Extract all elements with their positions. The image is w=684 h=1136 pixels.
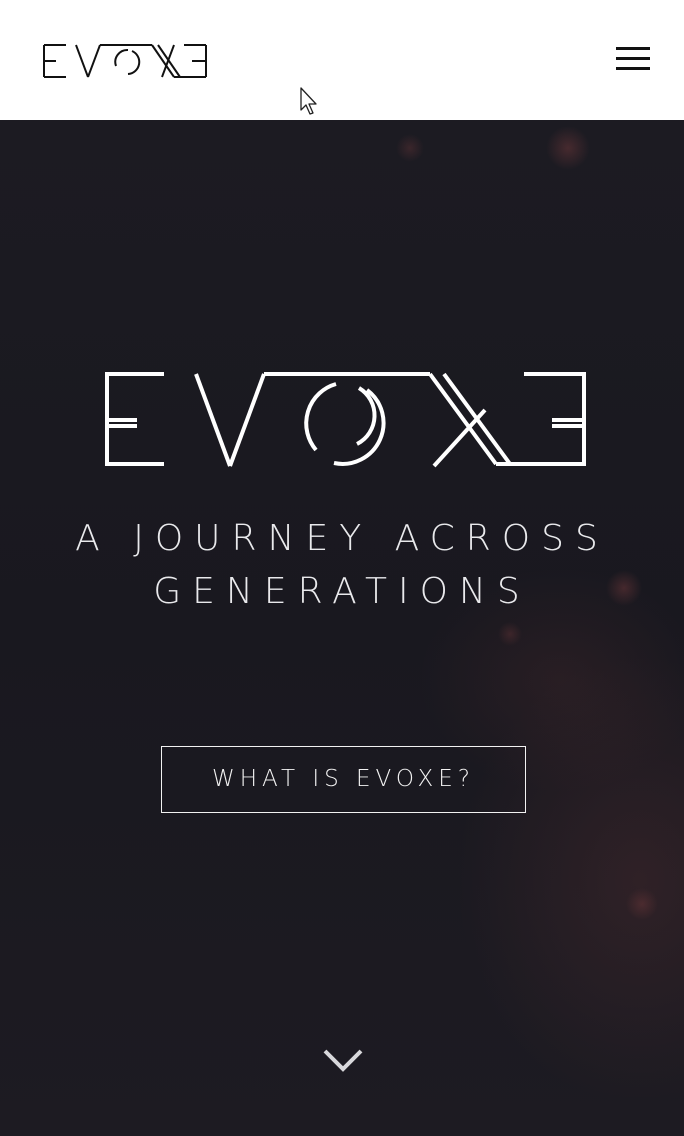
evoxe-hero-logo [105,372,586,468]
chevron-down-icon[interactable] [322,1046,364,1074]
tagline-line-2: GENERATIONS [153,571,531,612]
evoxe-logo[interactable] [42,44,208,78]
site-header [0,0,684,120]
menu-button[interactable] [612,44,654,74]
tagline-line-1: A JOURNEY ACROSS [75,518,609,559]
hero-section: A JOURNEY ACROSS GENERATIONS WHAT IS EVO… [0,120,684,1136]
hamburger-menu-icon [616,47,650,50]
hero-tagline: A JOURNEY ACROSS GENERATIONS [60,512,624,618]
what-is-evoxe-button[interactable]: WHAT IS EVOXE? [161,746,526,813]
mouse-cursor-icon [300,87,317,115]
